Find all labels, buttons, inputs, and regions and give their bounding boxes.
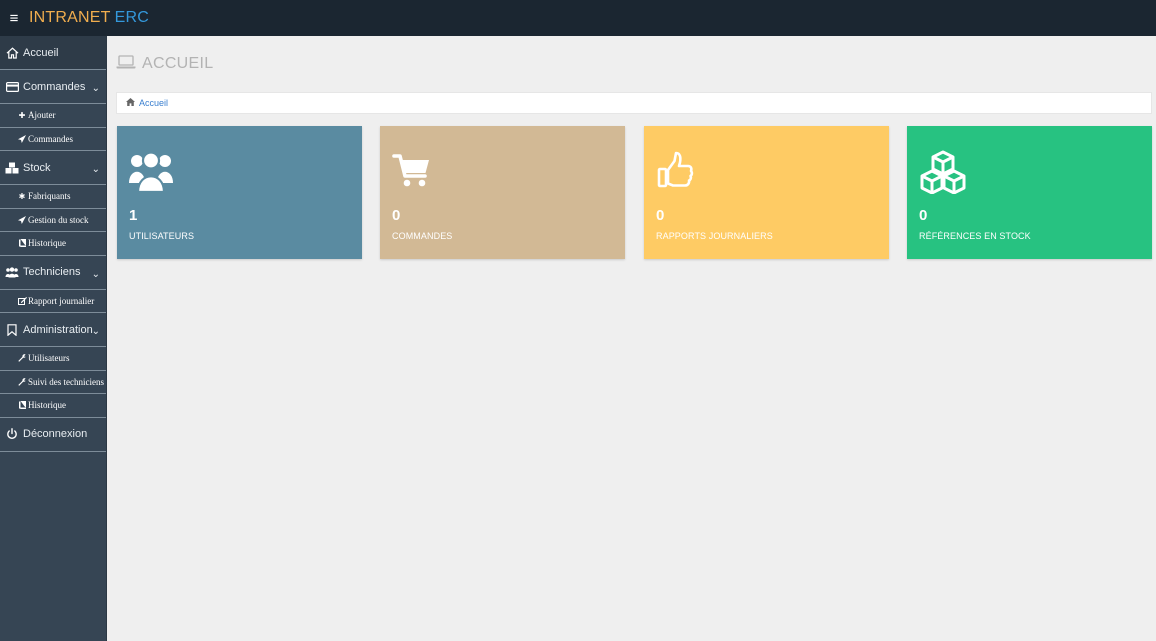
sidebar-subitem-fabriquants[interactable]: ✱ Fabriquants xyxy=(0,185,106,209)
stat-value: 0 xyxy=(919,207,928,224)
stat-value: 1 xyxy=(129,207,138,224)
home-icon xyxy=(4,46,20,60)
stat-value: 0 xyxy=(656,207,665,224)
users-icon xyxy=(4,265,20,279)
sidebar-subitem-label: Utilisateurs xyxy=(28,353,70,364)
sidebar-item-accueil[interactable]: Accueil xyxy=(0,36,106,70)
sidebar-item-label: Commandes xyxy=(23,80,86,93)
sidebar-subitem-label: Commandes xyxy=(28,133,73,144)
sidebar-item-commandes[interactable]: Commandes ⌄ xyxy=(0,70,106,104)
sidebar-subitem-label: Suivi des techniciens xyxy=(28,376,104,387)
brand-logo[interactable]: INTRANET ERC xyxy=(29,9,149,27)
home-icon xyxy=(126,98,135,108)
shopping-cart-icon xyxy=(392,150,442,194)
sidebar-item-label: Administration xyxy=(23,323,93,336)
stat-label: RÉFÉRENCES EN STOCK xyxy=(919,231,1031,241)
stat-card-references-en-stock[interactable]: 0 RÉFÉRENCES EN STOCK xyxy=(907,126,1152,259)
sidebar-subitem-rapport-journalier[interactable]: Rapport journalier xyxy=(0,290,106,313)
credit-card-icon xyxy=(4,80,20,94)
paper-plane-icon xyxy=(17,134,27,143)
stat-card-commandes[interactable]: 0 COMMANDES xyxy=(380,126,625,259)
sidebar-item-label: Stock xyxy=(23,161,51,174)
sidebar-subitem-historique-stock[interactable]: Historique xyxy=(0,232,106,256)
wrench-icon xyxy=(17,377,27,386)
sidebar-subitem-gestion-du-stock[interactable]: Gestion du stock xyxy=(0,209,106,232)
sidebar-subitem-label: Historique xyxy=(28,400,66,411)
sidebar-item-administration[interactable]: Administration ⌄ xyxy=(0,313,106,347)
chevron-down-icon: ⌄ xyxy=(91,164,100,175)
asterisk-icon: ✱ xyxy=(18,191,26,201)
sidebar-subitem-suivi-des-techniciens[interactable]: Suivi des techniciens xyxy=(0,371,106,394)
sidebar-subitem-utilisateurs[interactable]: Utilisateurs xyxy=(0,347,106,371)
stat-value: 0 xyxy=(392,207,401,224)
edit-icon xyxy=(17,296,27,305)
stat-label: COMMANDES xyxy=(392,231,453,241)
sidebar-subitem-commandes[interactable]: Commandes xyxy=(0,128,106,151)
paper-plane-icon xyxy=(17,215,27,224)
book-icon xyxy=(17,401,27,410)
sidebar-subitem-label: Rapport journalier xyxy=(28,295,95,306)
sidebar-item-stock[interactable]: Stock ⌄ xyxy=(0,151,106,185)
sidebar-subitem-historique-admin[interactable]: Historique xyxy=(0,394,106,418)
breadcrumb: Accueil xyxy=(116,92,1152,114)
stat-label: RAPPORTS JOURNALIERS xyxy=(656,231,773,241)
sidebar-subitem-ajouter[interactable]: ✚ Ajouter xyxy=(0,104,106,128)
power-icon xyxy=(4,427,20,441)
stat-card-utilisateurs[interactable]: 1 UTILISATEURS xyxy=(117,126,362,259)
laptop-icon xyxy=(116,54,136,74)
hamburger-icon[interactable]: ≡ xyxy=(0,0,28,36)
sidebar-item-label: Déconnexion xyxy=(23,428,88,440)
sidebar: Accueil Commandes ⌄ ✚ Ajouter Commandes … xyxy=(0,36,107,641)
page-title: ACCUEIL xyxy=(142,55,214,72)
plus-icon: ✚ xyxy=(18,110,26,120)
bookmark-icon xyxy=(4,323,20,337)
brand-part-1: INTRANET xyxy=(29,9,111,26)
breadcrumb-link-accueil[interactable]: Accueil xyxy=(139,98,168,108)
sidebar-subitem-label: Gestion du stock xyxy=(28,214,89,225)
thumbs-up-icon xyxy=(656,150,706,194)
sidebar-item-deconnexion[interactable]: Déconnexion xyxy=(0,418,106,452)
users-icon xyxy=(129,150,179,194)
top-bar: ≡ INTRANET ERC xyxy=(0,0,1156,36)
sidebar-item-techniciens[interactable]: Techniciens ⌄ xyxy=(0,256,106,290)
cubes-icon xyxy=(919,150,969,195)
sidebar-subitem-label: Ajouter xyxy=(28,110,56,121)
book-icon xyxy=(17,239,27,248)
page-header: ACCUEIL xyxy=(116,52,213,76)
sidebar-item-label: Accueil xyxy=(23,46,59,59)
chevron-down-icon: ⌄ xyxy=(91,268,100,280)
wrench-icon xyxy=(17,354,27,363)
chevron-down-icon: ⌄ xyxy=(91,326,100,337)
sidebar-subitem-label: Fabriquants xyxy=(28,191,71,202)
stat-label: UTILISATEURS xyxy=(129,231,195,241)
chevron-down-icon: ⌄ xyxy=(91,83,100,94)
cubes-icon xyxy=(4,161,20,175)
brand-part-2: ERC xyxy=(114,9,149,26)
sidebar-subitem-label: Historique xyxy=(28,238,66,249)
sidebar-item-label: Techniciens xyxy=(23,266,81,278)
stat-card-rapports-journaliers[interactable]: 0 RAPPORTS JOURNALIERS xyxy=(644,126,889,259)
